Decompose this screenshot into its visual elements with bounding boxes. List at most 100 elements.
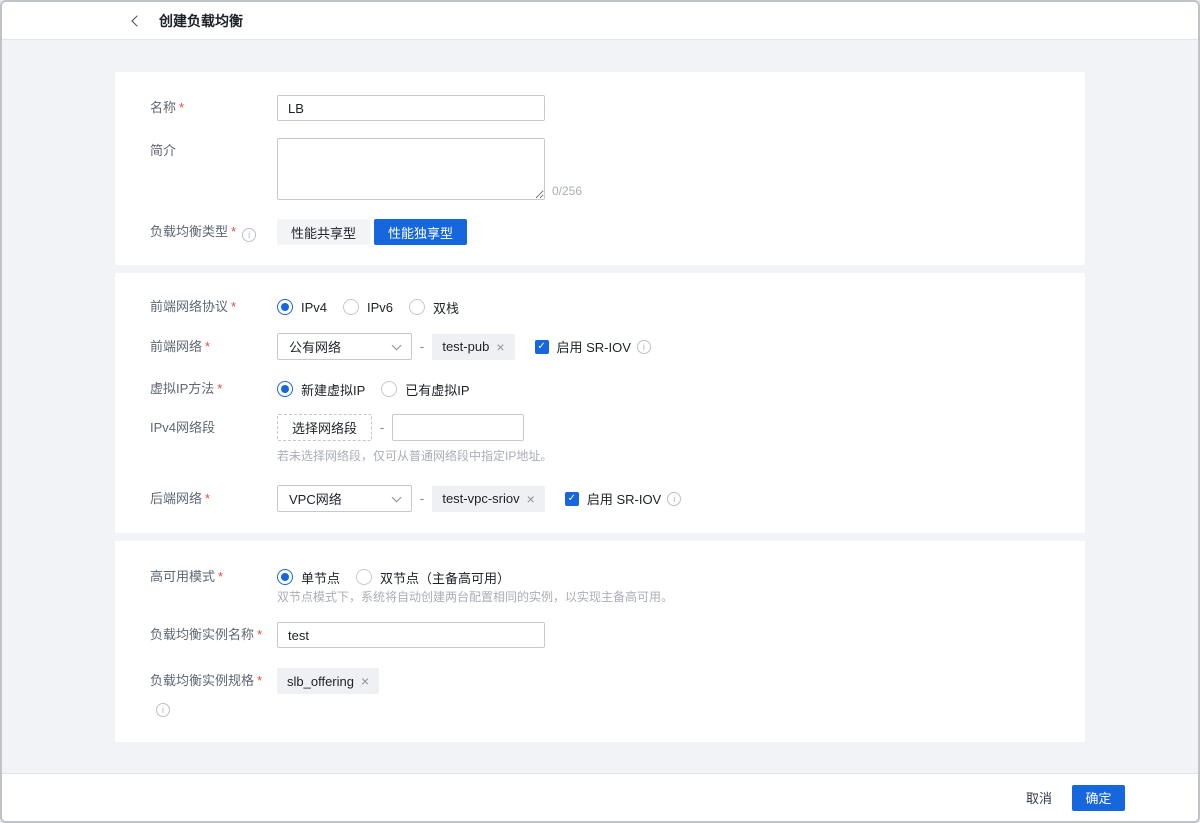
frontend-network-row: 前端网络* 公有网络 - test-pub × ✓ 启用 SR-IOV i	[150, 333, 1050, 360]
required-star: *	[205, 339, 210, 354]
required-star: *	[257, 627, 262, 642]
required-star: *	[217, 381, 222, 396]
ha-mode-row: 高可用模式* 单节点 双节点（主备高可用） 双节点模式下，系统将自动创建两台配置…	[150, 568, 1050, 604]
ha-help-text: 双节点模式下，系统将自动创建两台配置相同的实例，以实现主备高可用。	[277, 590, 673, 604]
dash-separator: -	[380, 420, 384, 435]
tag-label: test-vpc-sriov	[442, 491, 519, 506]
lb-type-dedicated-button[interactable]: 性能独享型	[374, 219, 467, 245]
radio-label: 双栈	[433, 298, 459, 317]
ipv4-cidr-label: IPv4网络段	[150, 414, 277, 441]
instance-name-input[interactable]	[277, 622, 545, 648]
radio-ipv4[interactable]: IPv4	[277, 299, 327, 315]
ha-mode-label: 高可用模式*	[150, 568, 277, 586]
radio-indicator	[343, 299, 359, 315]
info-icon[interactable]: i	[667, 492, 681, 506]
chevron-down-icon	[392, 340, 402, 350]
frontend-network-select[interactable]: 公有网络	[277, 333, 412, 360]
required-star: *	[179, 100, 184, 115]
required-star: *	[231, 224, 236, 239]
radio-label: 双节点（主备高可用）	[380, 568, 510, 587]
name-row: 名称*	[150, 95, 1050, 121]
radio-single-node[interactable]: 单节点	[277, 568, 340, 587]
instance-card: 高可用模式* 单节点 双节点（主备高可用） 双节点模式下，系统将自动创建两台配置…	[115, 541, 1085, 742]
dash-separator: -	[420, 339, 424, 354]
instance-spec-row: 负载均衡实例规格*i slb_offering×	[150, 668, 1050, 720]
radio-indicator	[277, 569, 293, 585]
page-header: 创建负载均衡	[2, 2, 1198, 40]
checkbox-checked-icon: ✓	[535, 340, 549, 354]
chevron-down-icon	[392, 492, 402, 502]
radio-label: IPv6	[367, 300, 393, 315]
tag-label: slb_offering	[287, 674, 354, 689]
radio-indicator	[356, 569, 372, 585]
ha-mode-radio-group: 单节点 双节点（主备高可用）	[277, 568, 510, 586]
radio-dual-node[interactable]: 双节点（主备高可用）	[356, 568, 510, 587]
lb-type-segment: 性能共享型 性能独享型	[277, 219, 467, 245]
lb-type-shared-button[interactable]: 性能共享型	[277, 219, 370, 245]
frontend-network-label: 前端网络*	[150, 333, 277, 360]
backend-network-row: 后端网络* VPC网络 - test-vpc-sriov × ✓ 启用 SR-IO…	[150, 485, 1050, 512]
page-title: 创建负载均衡	[159, 11, 243, 31]
description-label: 简介	[150, 138, 277, 164]
radio-label: 单节点	[301, 568, 340, 587]
lb-type-row: 负载均衡类型*i 性能共享型 性能独享型	[150, 219, 1050, 245]
protocol-label: 前端网络协议*	[150, 298, 277, 316]
radio-indicator	[409, 299, 425, 315]
instance-name-row: 负载均衡实例名称*	[150, 622, 1050, 648]
confirm-button[interactable]: 确定	[1072, 785, 1125, 811]
select-value: VPC网络	[289, 489, 342, 508]
name-input[interactable]	[277, 95, 545, 121]
tag-close-icon[interactable]: ×	[527, 492, 535, 506]
name-label: 名称*	[150, 95, 277, 121]
required-star: *	[218, 569, 223, 584]
char-counter: 0/256	[552, 184, 582, 200]
description-row: 简介 0/256	[150, 138, 1050, 200]
tag-close-icon[interactable]: ×	[361, 674, 369, 688]
description-textarea[interactable]	[277, 138, 545, 200]
tag-close-icon[interactable]: ×	[496, 340, 504, 354]
backend-network-label: 后端网络*	[150, 485, 277, 512]
backend-sriov-checkbox[interactable]: ✓ 启用 SR-IOV i	[565, 489, 681, 508]
protocol-row: 前端网络协议* IPv4 IPv6 双栈	[150, 298, 1050, 316]
radio-indicator	[277, 299, 293, 315]
radio-label: IPv4	[301, 300, 327, 315]
radio-ipv6[interactable]: IPv6	[343, 299, 393, 315]
protocol-radio-group: IPv4 IPv6 双栈	[277, 298, 459, 316]
dash-separator: -	[420, 491, 424, 506]
backend-network-select[interactable]: VPC网络	[277, 485, 412, 512]
radio-label: 已有虚拟IP	[405, 380, 469, 399]
radio-indicator	[381, 381, 397, 397]
ipv4-cidr-row: IPv4网络段 选择网络段 - 若未选择网络段，仅可从普通网络段中指定IP地址。	[150, 414, 1050, 463]
radio-new-vip[interactable]: 新建虚拟IP	[277, 380, 365, 399]
radio-existing-vip[interactable]: 已有虚拟IP	[381, 380, 469, 399]
required-star: *	[257, 673, 262, 688]
backend-network-tag: test-vpc-sriov ×	[432, 486, 544, 512]
tag-label: test-pub	[442, 339, 489, 354]
cancel-button[interactable]: 取消	[1026, 788, 1052, 807]
vip-method-radio-group: 新建虚拟IP 已有虚拟IP	[277, 380, 470, 398]
vip-method-label: 虚拟IP方法*	[150, 380, 277, 398]
cidr-ip-input[interactable]	[392, 414, 524, 441]
form-content: 名称* 简介 0/256 负载均衡类型*i 性能共享型 性能独享型	[2, 40, 1198, 773]
select-value: 公有网络	[289, 337, 341, 356]
checkbox-checked-icon: ✓	[565, 492, 579, 506]
basic-info-card: 名称* 简介 0/256 负载均衡类型*i 性能共享型 性能独享型	[115, 72, 1085, 265]
vip-method-row: 虚拟IP方法* 新建虚拟IP 已有虚拟IP	[150, 380, 1050, 398]
back-icon[interactable]	[126, 11, 146, 31]
select-cidr-button[interactable]: 选择网络段	[277, 414, 372, 441]
instance-name-label: 负载均衡实例名称*	[150, 622, 277, 648]
footer-action-bar: 取消 确定	[2, 773, 1198, 821]
cidr-help-text: 若未选择网络段，仅可从普通网络段中指定IP地址。	[277, 449, 552, 463]
radio-dual-stack[interactable]: 双栈	[409, 298, 459, 317]
lb-type-label: 负载均衡类型*i	[150, 219, 277, 245]
info-icon[interactable]: i	[637, 340, 651, 354]
create-load-balancer-page: 创建负载均衡 名称* 简介 0/256 负载均衡类型*i	[0, 0, 1200, 823]
info-icon[interactable]: i	[242, 228, 256, 242]
checkbox-label: 启用 SR-IOV	[587, 489, 661, 508]
instance-spec-tag: slb_offering ×	[277, 668, 379, 694]
instance-spec-label: 负载均衡实例规格*i	[150, 668, 277, 720]
frontend-sriov-checkbox[interactable]: ✓ 启用 SR-IOV i	[535, 337, 651, 356]
info-icon[interactable]: i	[156, 703, 170, 717]
required-star: *	[231, 299, 236, 314]
required-star: *	[205, 491, 210, 506]
